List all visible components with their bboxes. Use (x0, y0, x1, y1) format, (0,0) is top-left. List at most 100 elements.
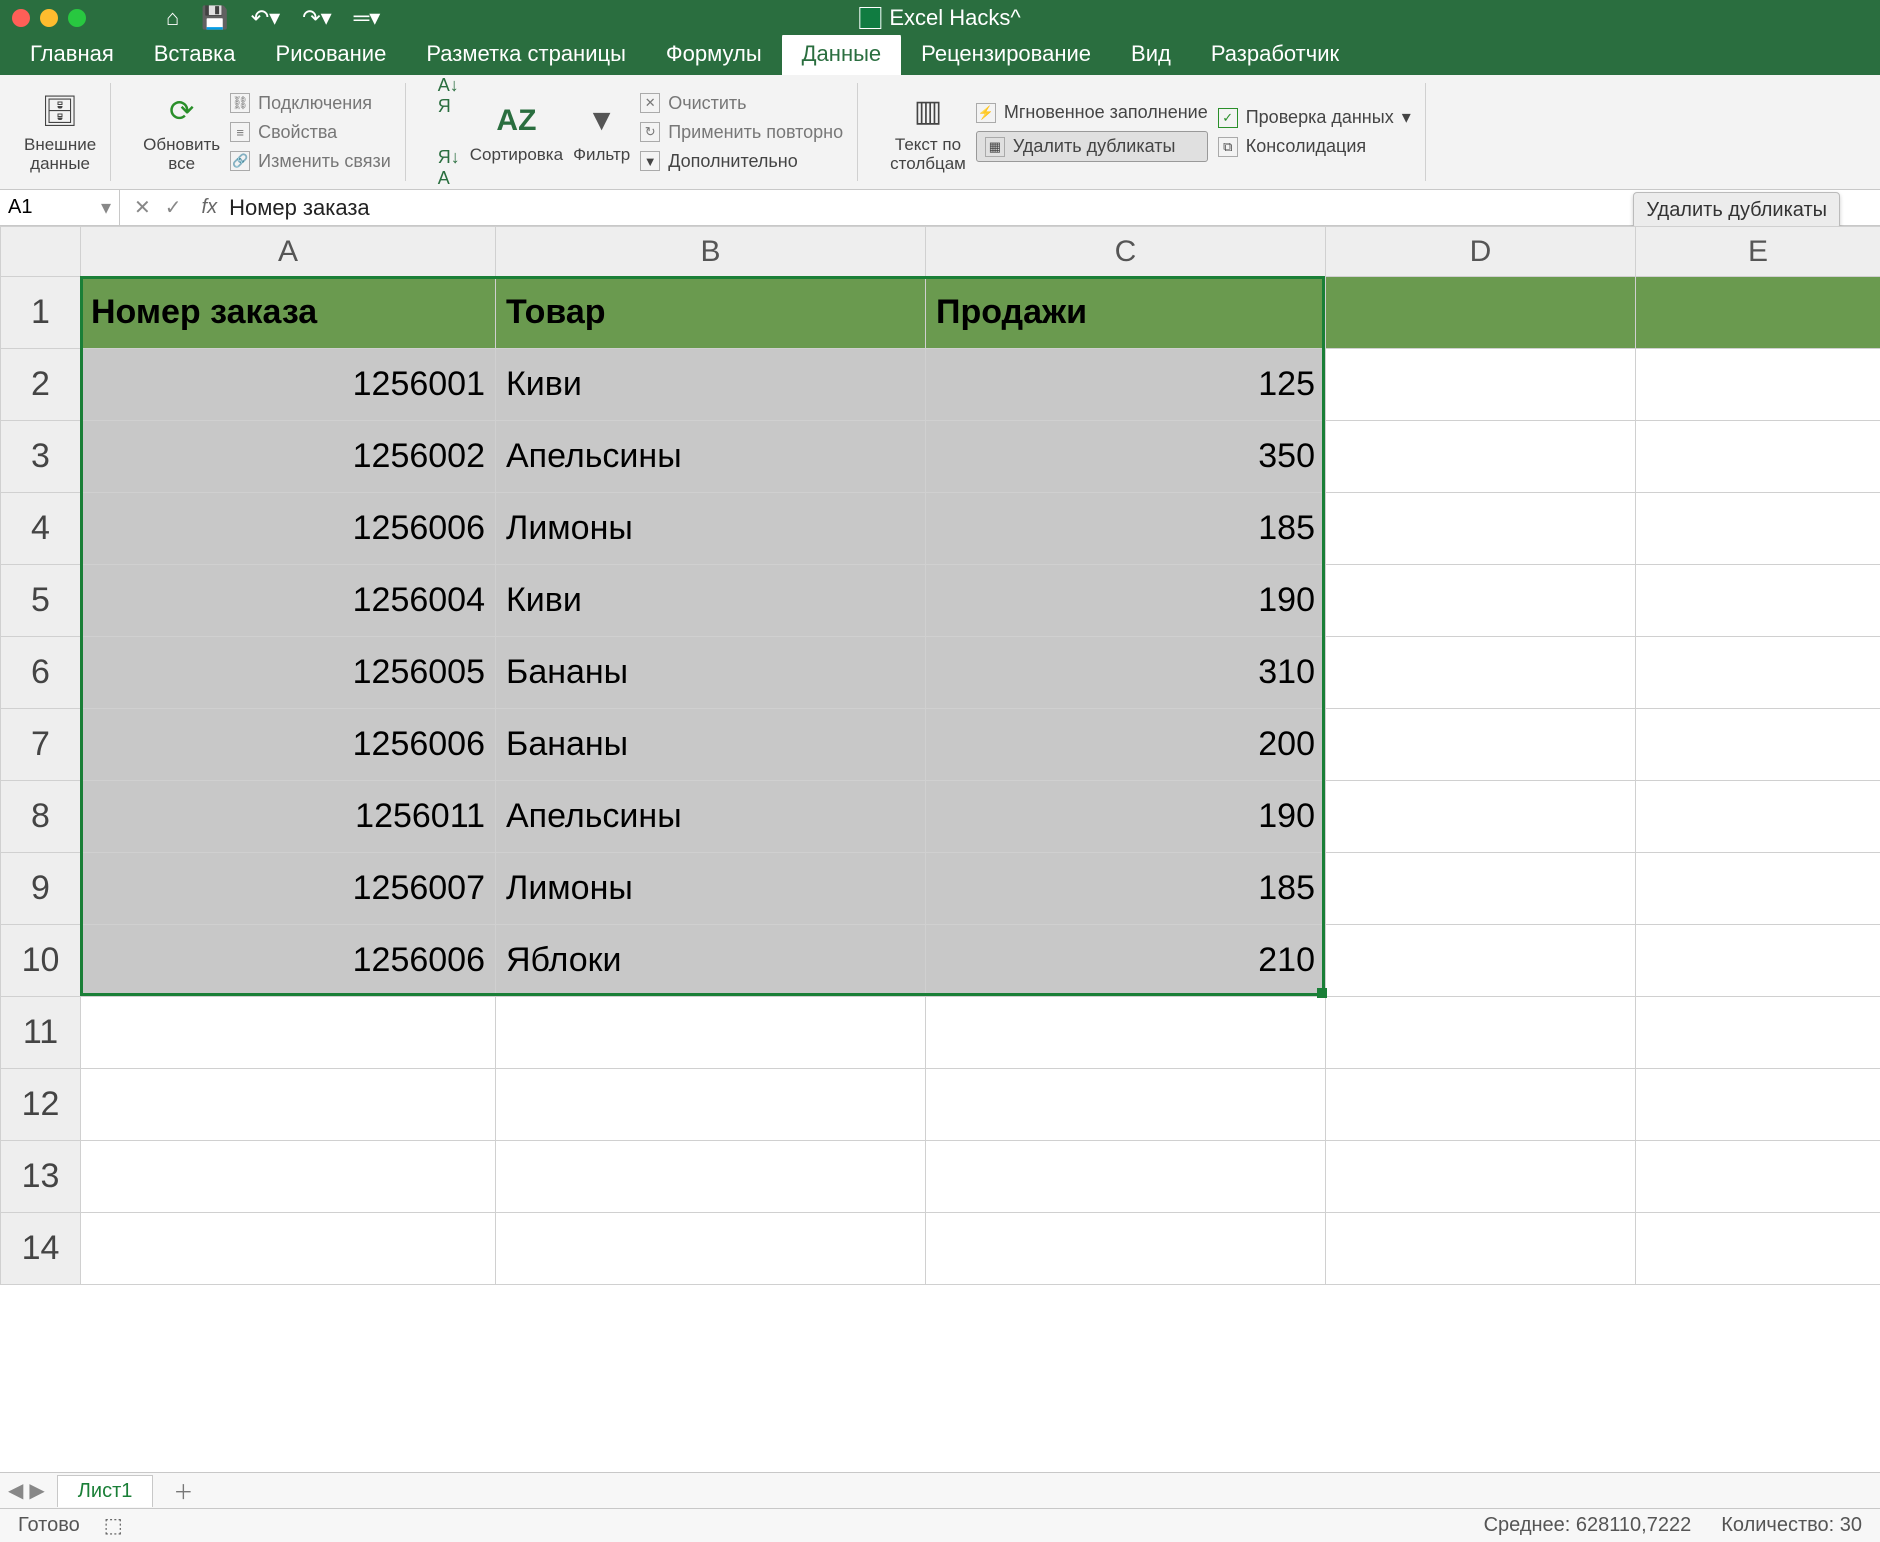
cell[interactable]: Киви (496, 565, 926, 637)
row-header[interactable]: 2 (1, 349, 81, 421)
cell[interactable]: 1256002 (81, 421, 496, 493)
cell[interactable]: 1256001 (81, 349, 496, 421)
row-header[interactable]: 7 (1, 709, 81, 781)
col-header-A[interactable]: A (81, 227, 496, 277)
cell[interactable] (1326, 1141, 1636, 1213)
cell[interactable] (1326, 493, 1636, 565)
cell[interactable] (1636, 565, 1880, 637)
cell[interactable]: Лимоны (496, 853, 926, 925)
save-icon[interactable]: 💾 (201, 5, 228, 31)
undo-icon[interactable]: ↶▾ (251, 5, 280, 31)
text-to-columns-button[interactable]: ▥ Текст по столбцам (890, 90, 966, 173)
row-header[interactable]: 4 (1, 493, 81, 565)
data-validation-button[interactable]: ✓Проверка данных ▾ (1218, 107, 1411, 128)
cell[interactable] (1636, 925, 1880, 997)
cell[interactable] (1326, 853, 1636, 925)
tab-formulas[interactable]: Формулы (646, 33, 782, 75)
filter-button[interactable]: ▼ Фильтр (573, 100, 630, 165)
formula-input[interactable]: Номер заказа (223, 195, 1880, 221)
tab-data[interactable]: Данные (782, 33, 901, 75)
cell[interactable] (926, 1213, 1326, 1285)
cell[interactable] (1636, 349, 1880, 421)
add-sheet-button[interactable]: ＋ (161, 1472, 205, 1509)
cell[interactable] (926, 997, 1326, 1069)
cell[interactable]: Лимоны (496, 493, 926, 565)
cell[interactable]: 125 (926, 349, 1326, 421)
consolidate-button[interactable]: ⧉Консолидация (1218, 136, 1411, 157)
cell[interactable]: Номер заказа (81, 277, 496, 349)
cell[interactable]: 1256006 (81, 925, 496, 997)
cell[interactable] (81, 1069, 496, 1141)
row-header[interactable]: 5 (1, 565, 81, 637)
cell[interactable] (1326, 1069, 1636, 1141)
tab-developer[interactable]: Разработчик (1191, 33, 1359, 75)
sort-button[interactable]: AZ Сортировка (470, 100, 563, 165)
cell[interactable]: 350 (926, 421, 1326, 493)
col-header-D[interactable]: D (1326, 227, 1636, 277)
cell[interactable]: 1256007 (81, 853, 496, 925)
advanced-filter-button[interactable]: ▼Дополнительно (640, 151, 843, 172)
cell[interactable] (1326, 925, 1636, 997)
col-header-B[interactable]: B (496, 227, 926, 277)
sheet-nav-next-icon[interactable]: ▶ (29, 1478, 44, 1503)
close-window-button[interactable] (12, 9, 30, 27)
cell[interactable]: 1256005 (81, 637, 496, 709)
cell[interactable]: 190 (926, 781, 1326, 853)
customize-qat-icon[interactable]: ═▾ (354, 5, 381, 31)
connections-button[interactable]: ⛓Подключения (230, 93, 391, 114)
worksheet[interactable]: A B C D E 1Номер заказаТоварПродажи21256… (0, 226, 1880, 1426)
cell[interactable]: Товар (496, 277, 926, 349)
row-header[interactable]: 12 (1, 1069, 81, 1141)
cell[interactable] (1636, 1069, 1880, 1141)
cell[interactable] (1326, 997, 1636, 1069)
cell[interactable]: Яблоки (496, 925, 926, 997)
tab-view[interactable]: Вид (1111, 33, 1191, 75)
cell[interactable] (1326, 1213, 1636, 1285)
cancel-icon[interactable]: ✕ (134, 195, 151, 220)
cell[interactable]: 1256004 (81, 565, 496, 637)
properties-button[interactable]: ≡Свойства (230, 122, 391, 143)
cell[interactable]: 185 (926, 853, 1326, 925)
cell[interactable] (1636, 1141, 1880, 1213)
macro-record-icon[interactable]: ⬚ (104, 1513, 123, 1538)
cell[interactable]: 1256011 (81, 781, 496, 853)
tab-draw[interactable]: Рисование (256, 33, 407, 75)
cell[interactable] (1636, 637, 1880, 709)
cell[interactable] (1636, 277, 1880, 349)
row-header[interactable]: 9 (1, 853, 81, 925)
row-header[interactable]: 6 (1, 637, 81, 709)
cell[interactable] (81, 1213, 496, 1285)
row-header[interactable]: 14 (1, 1213, 81, 1285)
col-header-C[interactable]: C (926, 227, 1326, 277)
col-header-E[interactable]: E (1636, 227, 1880, 277)
cell[interactable]: Бананы (496, 637, 926, 709)
cell[interactable] (1636, 709, 1880, 781)
sort-asc-icon[interactable]: A↓Я (438, 75, 460, 117)
cell[interactable]: Продажи (926, 277, 1326, 349)
cell[interactable] (1636, 853, 1880, 925)
flash-fill-button[interactable]: ⚡Мгновенное заполнение (976, 102, 1208, 123)
cell[interactable] (1326, 349, 1636, 421)
cell[interactable] (1326, 709, 1636, 781)
row-header[interactable]: 8 (1, 781, 81, 853)
fx-icon[interactable]: fx (196, 196, 224, 219)
cell[interactable] (1326, 277, 1636, 349)
cell[interactable] (1326, 781, 1636, 853)
cell[interactable] (496, 997, 926, 1069)
cell[interactable]: 1256006 (81, 709, 496, 781)
cell[interactable]: 185 (926, 493, 1326, 565)
cell[interactable] (1636, 421, 1880, 493)
cell[interactable] (496, 1213, 926, 1285)
sheet-nav-prev-icon[interactable]: ◀ (8, 1478, 23, 1503)
cell[interactable]: 190 (926, 565, 1326, 637)
tab-page-layout[interactable]: Разметка страницы (406, 33, 646, 75)
cell[interactable] (496, 1141, 926, 1213)
reapply-button[interactable]: ↻Применить повторно (640, 122, 843, 143)
cell[interactable] (926, 1069, 1326, 1141)
sort-desc-icon[interactable]: Я↓A (438, 147, 460, 189)
cell[interactable] (81, 997, 496, 1069)
cell[interactable] (496, 1069, 926, 1141)
cell[interactable] (1636, 781, 1880, 853)
cell[interactable]: Бананы (496, 709, 926, 781)
cell[interactable] (1326, 637, 1636, 709)
